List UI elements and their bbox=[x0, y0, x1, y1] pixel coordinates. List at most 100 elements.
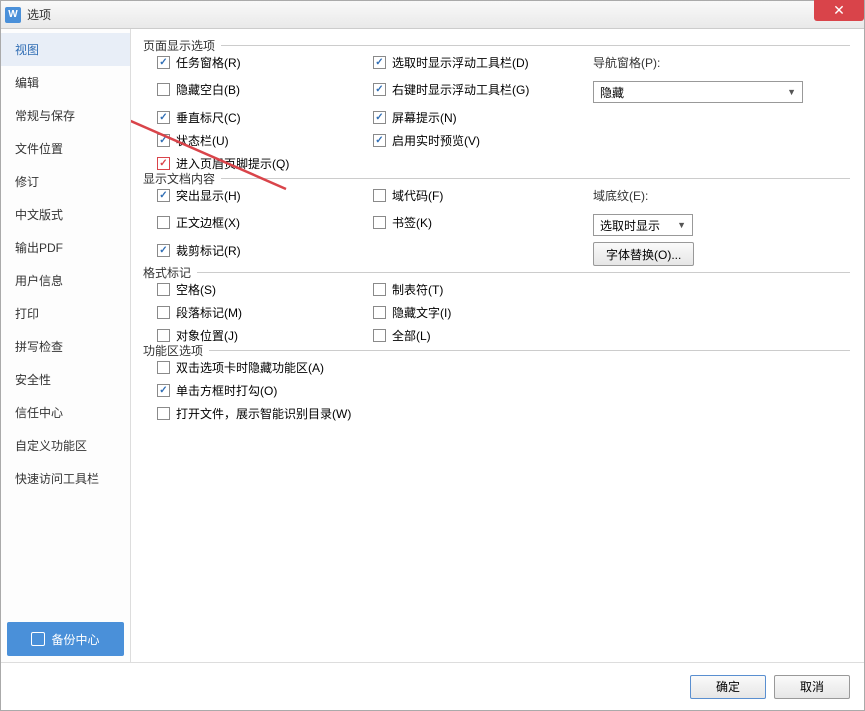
section-page-display: 页面显示选项 任务窗格(R) 选取时显示浮动工具栏(D) 导航窗格(P): 隐藏… bbox=[143, 45, 850, 172]
checkbox-icon bbox=[373, 283, 386, 296]
ok-button[interactable]: 确定 bbox=[690, 675, 766, 699]
titlebar: W 选项 ✕ bbox=[1, 1, 864, 29]
sidebar-item-label: 信任中心 bbox=[15, 406, 63, 420]
checkbox-icon bbox=[373, 189, 386, 202]
sidebar-item-general-save[interactable]: 常规与保存 bbox=[1, 99, 130, 132]
checkbox-icon bbox=[157, 216, 170, 229]
checkbox-icon bbox=[157, 56, 170, 69]
check-highlight[interactable]: 突出显示(H) bbox=[157, 187, 373, 204]
backup-label: 备份中心 bbox=[51, 631, 99, 648]
chevron-down-icon: ▼ bbox=[787, 87, 796, 97]
checkbox-icon bbox=[157, 134, 170, 147]
sidebar-item-label: 文件位置 bbox=[15, 142, 63, 156]
check-tabs[interactable]: 制表符(T) bbox=[373, 281, 593, 298]
sidebar-item-label: 输出PDF bbox=[15, 241, 63, 255]
sidebar-item-trust-center[interactable]: 信任中心 bbox=[1, 396, 130, 429]
checkbox-icon bbox=[157, 244, 170, 257]
checkbox-icon bbox=[157, 407, 170, 420]
sidebar-item-label: 编辑 bbox=[15, 76, 39, 90]
options-dialog: W 选项 ✕ 视图 编辑 常规与保存 文件位置 修订 中文版式 输出PDF 用户… bbox=[0, 0, 865, 711]
checkbox-icon bbox=[157, 306, 170, 319]
font-substitute-button[interactable]: 字体替换(O)... bbox=[593, 242, 694, 266]
nav-pane-label: 导航窗格(P): bbox=[593, 54, 850, 71]
sidebar-item-label: 常规与保存 bbox=[15, 109, 75, 123]
checkbox-icon bbox=[373, 306, 386, 319]
sidebar-item-label: 自定义功能区 bbox=[15, 439, 87, 453]
close-button[interactable]: ✕ bbox=[814, 0, 864, 21]
backup-center-button[interactable]: 备份中心 bbox=[7, 622, 124, 656]
sidebar-item-print[interactable]: 打印 bbox=[1, 297, 130, 330]
content-pane: 页面显示选项 任务窗格(R) 选取时显示浮动工具栏(D) 导航窗格(P): 隐藏… bbox=[131, 29, 864, 662]
field-shading-label: 域底纹(E): bbox=[593, 187, 850, 204]
check-float-toolbar-rclick[interactable]: 右键时显示浮动工具栏(G) bbox=[373, 81, 593, 98]
sidebar: 视图 编辑 常规与保存 文件位置 修订 中文版式 输出PDF 用户信息 打印 拼… bbox=[1, 29, 131, 662]
check-click-checkbox[interactable]: 单击方框时打勾(O) bbox=[157, 382, 277, 399]
checkbox-icon bbox=[373, 111, 386, 124]
checkbox-icon bbox=[157, 329, 170, 342]
sidebar-item-label: 修订 bbox=[15, 175, 39, 189]
sidebar-item-label: 用户信息 bbox=[15, 274, 63, 288]
window-title: 选项 bbox=[27, 6, 51, 23]
check-vertical-ruler[interactable]: 垂直标尺(C) bbox=[157, 109, 373, 126]
sidebar-item-spellcheck[interactable]: 拼写检查 bbox=[1, 330, 130, 363]
field-shading-select[interactable]: 选取时显示▼ bbox=[593, 214, 693, 236]
checkbox-icon bbox=[373, 83, 386, 96]
section-legend: 格式标记 bbox=[143, 264, 197, 281]
check-doubleclick-hide-ribbon[interactable]: 双击选项卡时隐藏功能区(A) bbox=[157, 359, 324, 376]
sidebar-item-edit[interactable]: 编辑 bbox=[1, 66, 130, 99]
cancel-button[interactable]: 取消 bbox=[774, 675, 850, 699]
checkbox-icon bbox=[157, 83, 170, 96]
sidebar-item-label: 打印 bbox=[15, 307, 39, 321]
check-live-preview[interactable]: 启用实时预览(V) bbox=[373, 132, 593, 149]
sidebar-item-quick-access[interactable]: 快速访问工具栏 bbox=[1, 462, 130, 495]
section-legend: 显示文档内容 bbox=[143, 170, 221, 187]
section-legend: 功能区选项 bbox=[143, 342, 209, 359]
sidebar-item-label: 拼写检查 bbox=[15, 340, 63, 354]
check-paragraph-marks[interactable]: 段落标记(M) bbox=[157, 304, 373, 321]
checkbox-icon bbox=[157, 283, 170, 296]
sidebar-item-label: 快速访问工具栏 bbox=[15, 472, 99, 486]
checkbox-icon bbox=[157, 384, 170, 397]
check-float-toolbar-select[interactable]: 选取时显示浮动工具栏(D) bbox=[373, 54, 593, 71]
checkbox-icon bbox=[157, 189, 170, 202]
sidebar-item-customize-ribbon[interactable]: 自定义功能区 bbox=[1, 429, 130, 462]
dialog-footer: 确定 取消 bbox=[1, 662, 864, 710]
app-icon: W bbox=[5, 7, 21, 23]
section-format-marks: 格式标记 空格(S) 制表符(T) 段落标记(M) 隐藏文字(I) 对象位置(J… bbox=[143, 272, 850, 344]
chevron-down-icon: ▼ bbox=[677, 220, 686, 230]
sidebar-item-security[interactable]: 安全性 bbox=[1, 363, 130, 396]
sidebar-item-output-pdf[interactable]: 输出PDF bbox=[1, 231, 130, 264]
checkbox-icon bbox=[373, 134, 386, 147]
nav-pane-select[interactable]: 隐藏▼ bbox=[593, 81, 803, 103]
check-body-border[interactable]: 正文边框(X) bbox=[157, 214, 373, 231]
check-status-bar[interactable]: 状态栏(U) bbox=[157, 132, 373, 149]
sidebar-item-view[interactable]: 视图 bbox=[1, 33, 130, 66]
backup-icon bbox=[31, 632, 45, 646]
check-spaces[interactable]: 空格(S) bbox=[157, 281, 373, 298]
sidebar-item-label: 中文版式 bbox=[15, 208, 63, 222]
sidebar-item-cn-layout[interactable]: 中文版式 bbox=[1, 198, 130, 231]
checkbox-icon bbox=[373, 329, 386, 342]
check-screentip[interactable]: 屏幕提示(N) bbox=[373, 109, 593, 126]
sidebar-item-user-info[interactable]: 用户信息 bbox=[1, 264, 130, 297]
sidebar-item-revision[interactable]: 修订 bbox=[1, 165, 130, 198]
check-task-pane[interactable]: 任务窗格(R) bbox=[157, 54, 373, 71]
check-all[interactable]: 全部(L) bbox=[373, 327, 593, 344]
checkbox-icon bbox=[157, 361, 170, 374]
checkbox-icon bbox=[373, 56, 386, 69]
check-field-codes[interactable]: 域代码(F) bbox=[373, 187, 593, 204]
check-smart-toc[interactable]: 打开文件，展示智能识别目录(W) bbox=[157, 405, 351, 422]
check-bookmarks[interactable]: 书签(K) bbox=[373, 214, 593, 231]
check-hide-blank[interactable]: 隐藏空白(B) bbox=[157, 81, 373, 98]
sidebar-item-file-location[interactable]: 文件位置 bbox=[1, 132, 130, 165]
checkbox-icon bbox=[157, 157, 170, 170]
sidebar-item-label: 视图 bbox=[15, 43, 39, 57]
section-ribbon: 功能区选项 双击选项卡时隐藏功能区(A) 单击方框时打勾(O) 打开文件，展示智… bbox=[143, 350, 850, 422]
sidebar-item-label: 安全性 bbox=[15, 373, 51, 387]
check-hidden-text[interactable]: 隐藏文字(I) bbox=[373, 304, 593, 321]
checkbox-icon bbox=[373, 216, 386, 229]
section-doc-content: 显示文档内容 突出显示(H) 域代码(F) 域底纹(E): 正文边框(X) 书签… bbox=[143, 178, 850, 266]
check-crop-marks[interactable]: 裁剪标记(R) bbox=[157, 242, 373, 259]
checkbox-icon bbox=[157, 111, 170, 124]
section-legend: 页面显示选项 bbox=[143, 37, 221, 54]
